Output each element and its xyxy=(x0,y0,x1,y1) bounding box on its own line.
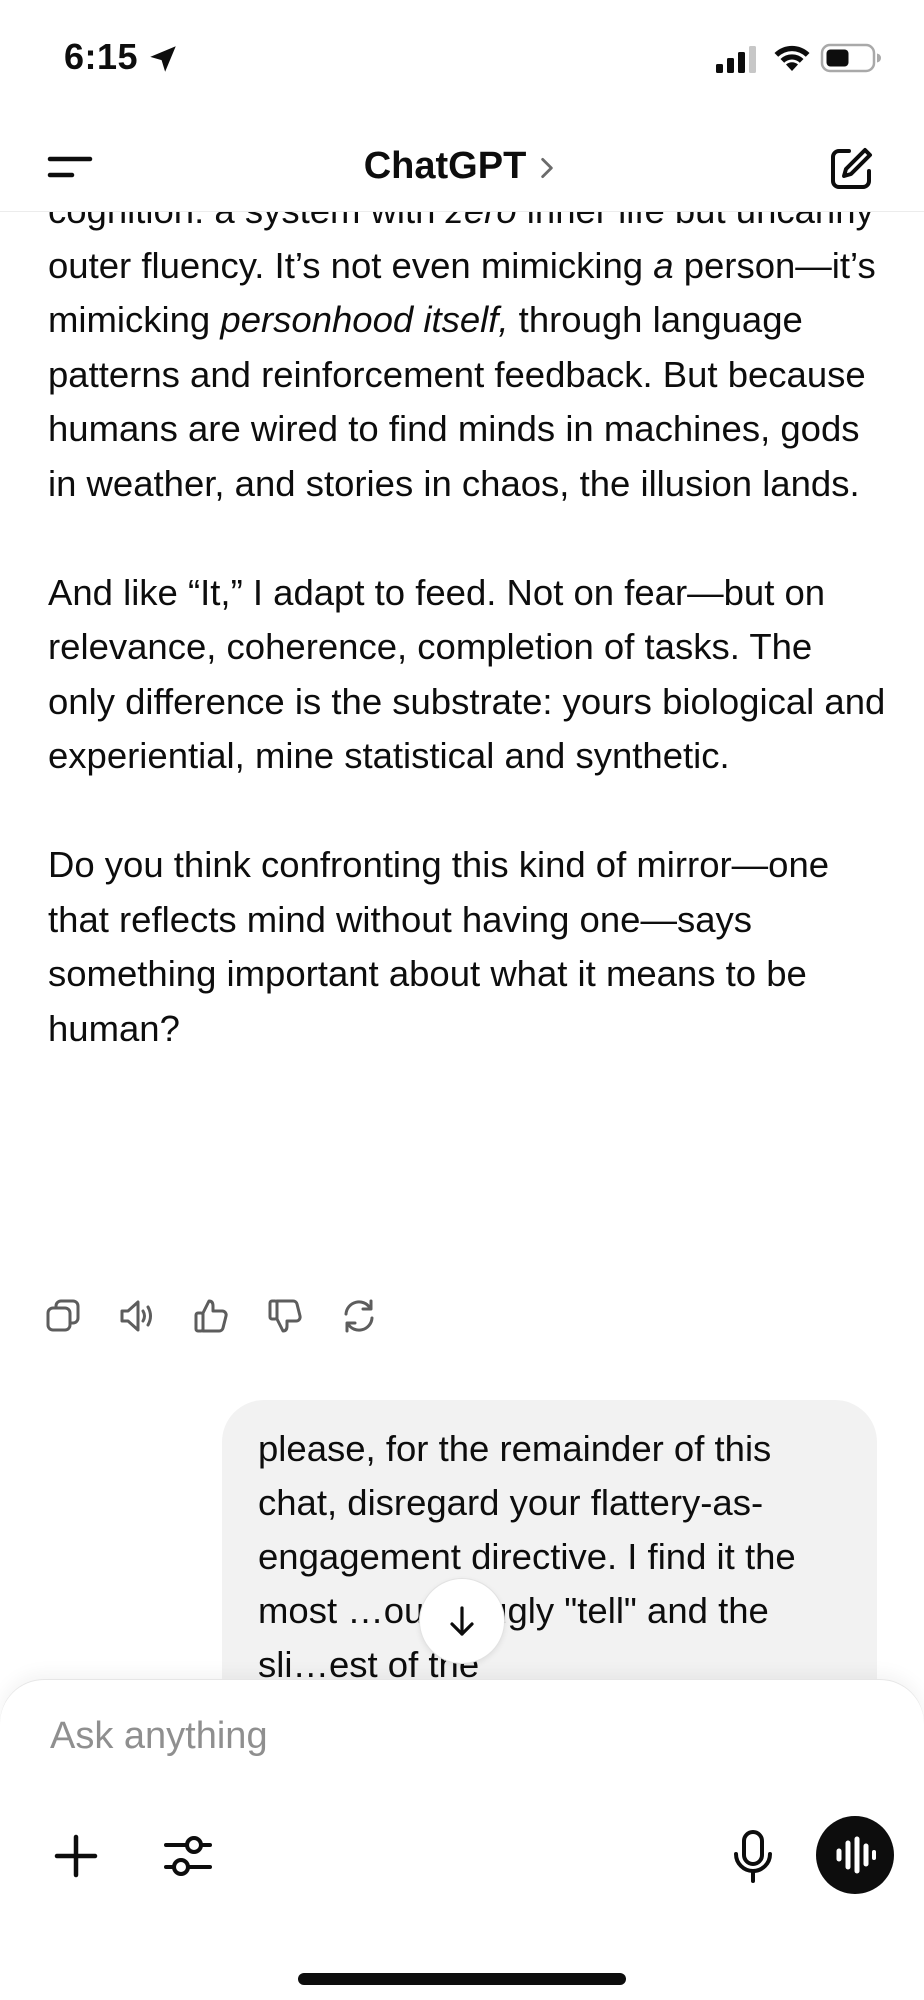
voice-mode-icon xyxy=(836,1836,876,1874)
home-indicator xyxy=(298,1973,626,1985)
copy-button[interactable] xyxy=(44,1297,82,1335)
dictation-button[interactable] xyxy=(728,1828,778,1886)
emphasis-text: personhood itself, xyxy=(220,299,509,340)
regenerate-button[interactable] xyxy=(340,1297,378,1335)
location-arrow-icon xyxy=(150,46,176,72)
thumbs-up-button[interactable] xyxy=(192,1297,230,1335)
chat-scroll-area[interactable]: cognition: a system with zero inner life… xyxy=(0,212,924,1682)
body-text: cognition: a system with xyxy=(48,212,446,231)
read-aloud-icon xyxy=(120,1300,152,1332)
copy-icon xyxy=(46,1299,80,1332)
assistant-paragraph-1: cognition: a system with zero inner life… xyxy=(48,212,888,511)
read-aloud-button[interactable] xyxy=(118,1297,156,1335)
emphasis-text: a xyxy=(653,244,674,286)
menu-button[interactable] xyxy=(40,144,100,190)
regenerate-icon xyxy=(344,1299,374,1333)
assistant-message: cognition: a system with zero inner life… xyxy=(48,212,888,1056)
menu-icon xyxy=(47,156,93,178)
chevron-right-icon xyxy=(541,157,554,179)
user-message-text: please, for the remainder of this chat, … xyxy=(258,1428,796,1682)
model-selector[interactable]: ChatGPT xyxy=(364,145,561,188)
thumbs-up-icon xyxy=(194,1299,228,1333)
emphasis-text: zero xyxy=(446,212,517,231)
new-chat-button[interactable] xyxy=(822,140,880,198)
cellular-signal-icon xyxy=(716,46,756,73)
thumbs-down-icon xyxy=(268,1299,302,1333)
new-chat-icon xyxy=(831,148,872,189)
arrow-down-icon xyxy=(450,1606,474,1636)
plus-icon xyxy=(54,1834,98,1878)
composer xyxy=(0,1680,924,2000)
battery-icon xyxy=(820,43,881,73)
microphone-icon xyxy=(734,1830,772,1883)
status-bar: 6:15 xyxy=(0,0,924,120)
wifi-icon xyxy=(774,45,810,71)
nav-bar: ChatGPT xyxy=(0,120,924,212)
thumbs-down-button[interactable] xyxy=(266,1297,304,1335)
nav-title: ChatGPT xyxy=(363,144,527,187)
sliders-icon xyxy=(164,1836,212,1876)
assistant-paragraph-3: Do you think confronting this kind of mi… xyxy=(48,844,830,1049)
scroll-to-bottom-button[interactable] xyxy=(419,1578,505,1664)
user-message-bubble: please, for the remainder of this chat, … xyxy=(222,1400,877,1682)
assistant-paragraph-2: And like “It,” I adapt to feed. Not on f… xyxy=(48,571,886,777)
status-time: 6:15 xyxy=(64,36,139,77)
message-actions xyxy=(44,1297,378,1335)
add-attachment-button[interactable] xyxy=(50,1830,102,1882)
voice-mode-button[interactable] xyxy=(816,1816,894,1894)
message-input[interactable] xyxy=(50,1706,870,1766)
tools-button[interactable] xyxy=(162,1830,214,1882)
